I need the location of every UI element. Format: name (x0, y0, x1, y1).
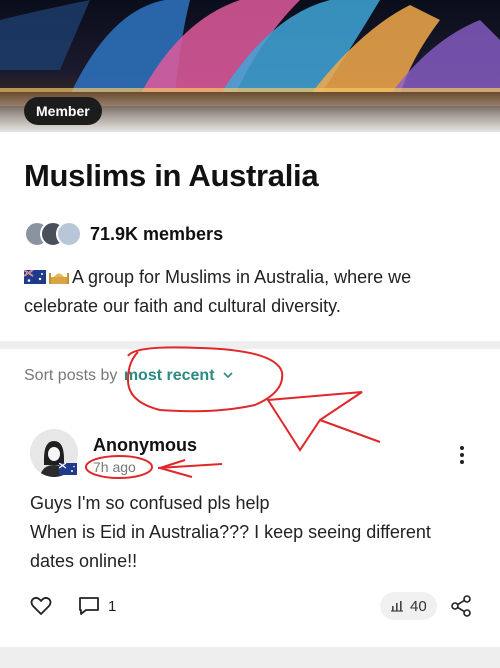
comment-icon (79, 597, 99, 615)
views-counter[interactable]: 40 (380, 592, 437, 620)
mosque-icon (49, 273, 69, 284)
share-button[interactable] (450, 592, 472, 620)
post-line: When is Eid in Australia??? I keep seein… (30, 522, 431, 571)
post-author[interactable]: Anonymous (93, 435, 197, 456)
comment-count: 1 (108, 597, 117, 615)
members-count: 71.9K members (90, 223, 224, 244)
group-description: A group for Muslims in Australia, where … (24, 263, 476, 321)
more-options-button[interactable] (452, 443, 472, 467)
member-badge: Member (24, 97, 102, 125)
members-row[interactable]: 71.9K members (24, 220, 223, 248)
avatar (56, 221, 82, 247)
heart-icon (30, 596, 52, 615)
sort-label: Sort posts by (24, 367, 118, 384)
post-actions: 1 40 (30, 592, 472, 620)
post-line: Guys I'm so confused pls help (30, 493, 270, 513)
like-button[interactable] (30, 592, 52, 620)
chevron-down-icon[interactable] (222, 370, 234, 380)
post-timestamp: 7h ago (93, 459, 136, 475)
sort-value[interactable]: most recent (124, 367, 215, 384)
sort-control[interactable]: Sort posts by most recent (24, 367, 234, 385)
post-body[interactable]: Guys I'm so confused pls help When is Ei… (30, 489, 470, 576)
comment-button[interactable]: 1 (78, 592, 116, 620)
more-icon (460, 446, 464, 464)
share-icon (451, 595, 471, 617)
group-banner: Member (0, 0, 500, 132)
views-count: 40 (410, 597, 427, 615)
group-title: Muslims in Australia (24, 158, 319, 193)
section-divider (0, 341, 500, 349)
member-avatars (24, 221, 82, 247)
group-description-text: A group for Muslims in Australia, where … (24, 267, 412, 316)
australia-flag-icon (24, 270, 46, 284)
views-icon (391, 601, 403, 612)
australia-flag-icon (59, 463, 77, 475)
section-divider (0, 647, 500, 668)
